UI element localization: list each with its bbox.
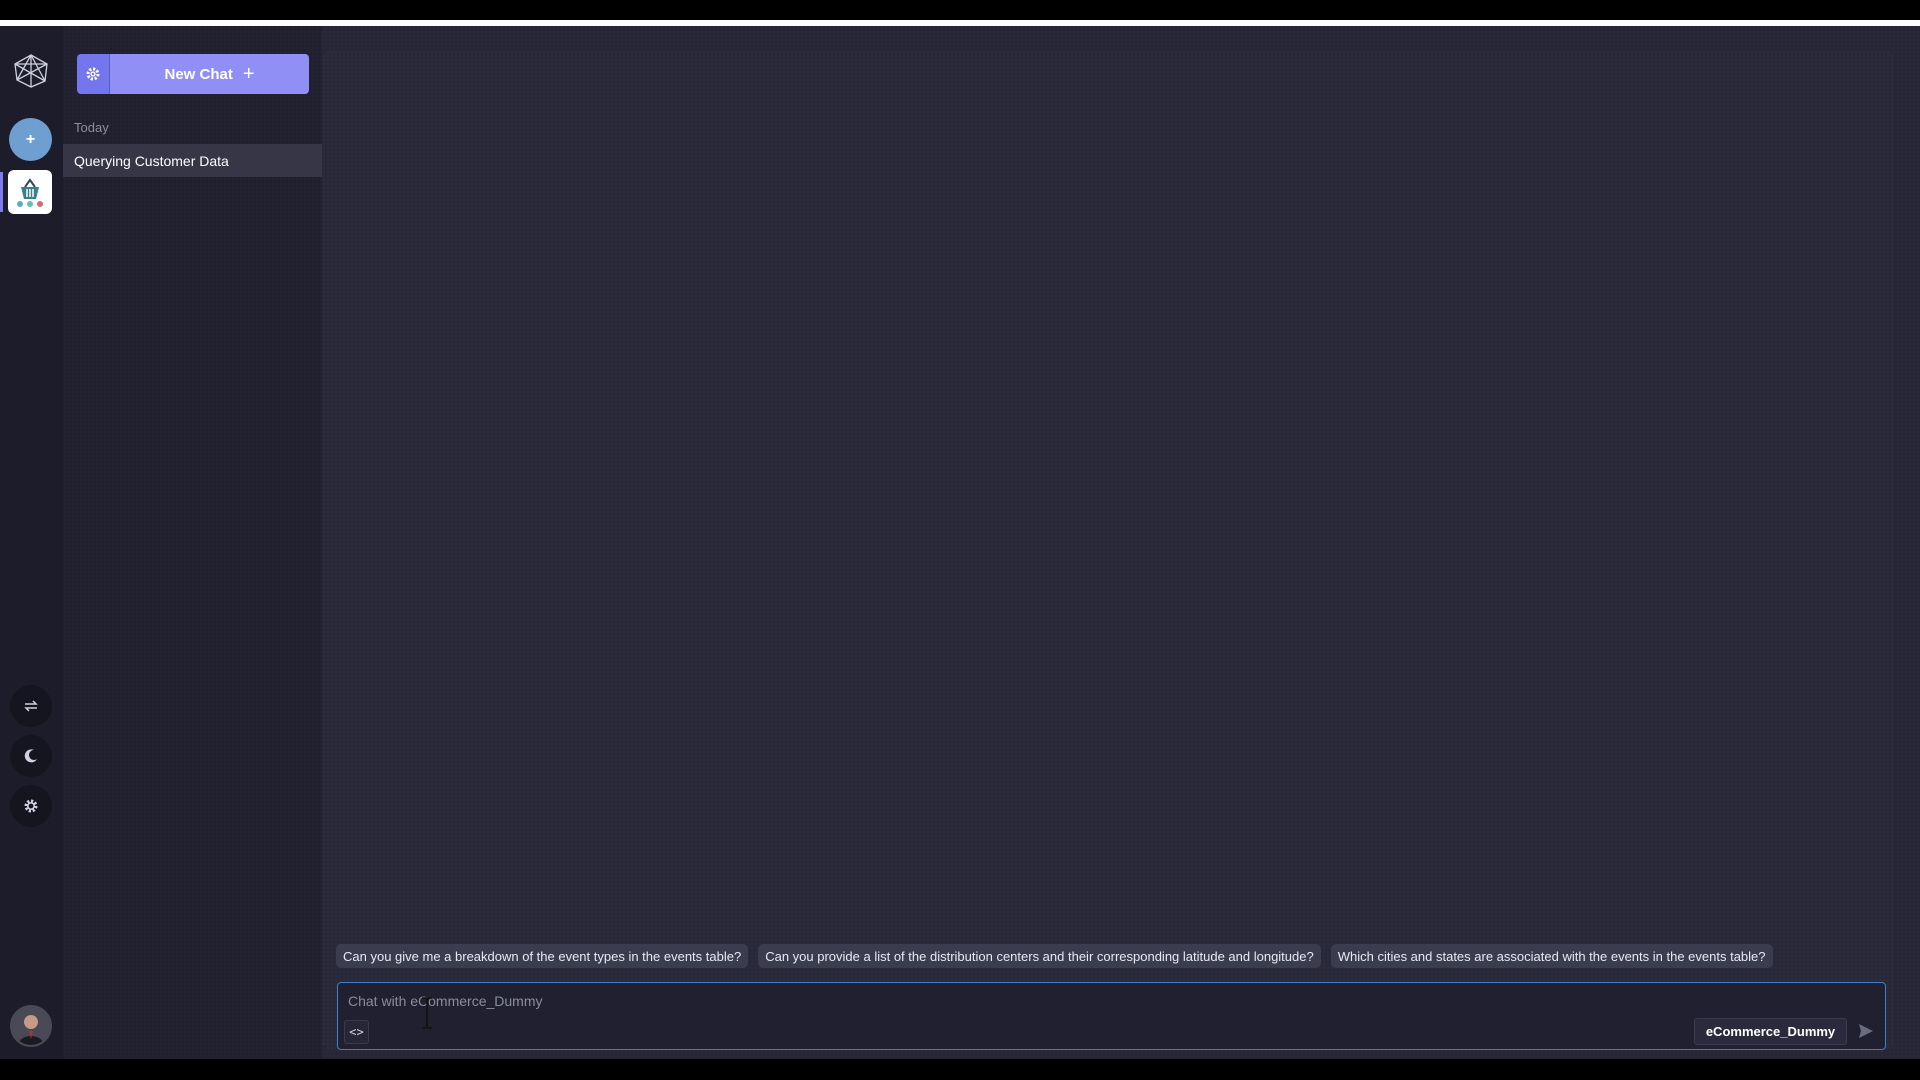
plus-icon: + [25, 130, 36, 148]
new-chat-group: New Chat + [77, 54, 309, 94]
plus-icon: + [242, 63, 255, 85]
chat-sidebar: New Chat + Today Querying Customer Data [63, 26, 322, 1059]
theme-toggle-button[interactable] [10, 735, 52, 777]
swap-button[interactable] [10, 685, 52, 727]
suggestion-chip[interactable]: Can you provide a list of the distributi… [758, 944, 1321, 968]
section-label-today: Today [74, 120, 109, 135]
gear-icon [86, 67, 100, 81]
active-indicator [0, 172, 3, 212]
screen-frame: + New Chat + Today Querying Customer Dat… [0, 0, 1920, 1080]
icon-rail: + [0, 26, 63, 1059]
code-toggle-button[interactable]: <> [344, 1020, 369, 1044]
swap-icon [24, 700, 38, 712]
network-logo-icon[interactable] [12, 52, 50, 90]
user-avatar[interactable] [10, 1005, 52, 1047]
database-eCommerce-button[interactable] [8, 170, 52, 214]
chat-input[interactable] [348, 989, 1648, 1013]
chat-panel: Can you give me a breakdown of the event… [322, 50, 1895, 1050]
settings-button[interactable] [10, 785, 52, 827]
moon-icon [24, 749, 37, 763]
database-selector[interactable]: eCommerce_Dummy [1694, 1018, 1847, 1045]
chat-history-item[interactable]: Querying Customer Data [63, 144, 322, 177]
new-chat-label: New Chat [164, 65, 233, 83]
suggestion-chip[interactable]: Which cities and states are associated w… [1330, 944, 1773, 968]
chat-title: Querying Customer Data [74, 152, 229, 169]
suggestion-list: Can you give me a breakdown of the event… [336, 944, 1773, 968]
add-connection-button[interactable]: + [9, 118, 52, 161]
suggestion-chip[interactable]: Can you give me a breakdown of the event… [336, 944, 749, 968]
chat-composer: <> eCommerce_Dummy [337, 982, 1886, 1050]
gear-icon [24, 799, 38, 813]
shopping-basket-icon [17, 178, 43, 207]
app-window: + New Chat + Today Querying Customer Dat… [0, 26, 1920, 1059]
text-cursor-icon [421, 997, 433, 1029]
new-chat-button[interactable]: New Chat + [110, 54, 309, 94]
send-button[interactable] [1854, 1019, 1878, 1043]
send-icon [1859, 1024, 1873, 1038]
chat-settings-button[interactable] [77, 54, 110, 94]
